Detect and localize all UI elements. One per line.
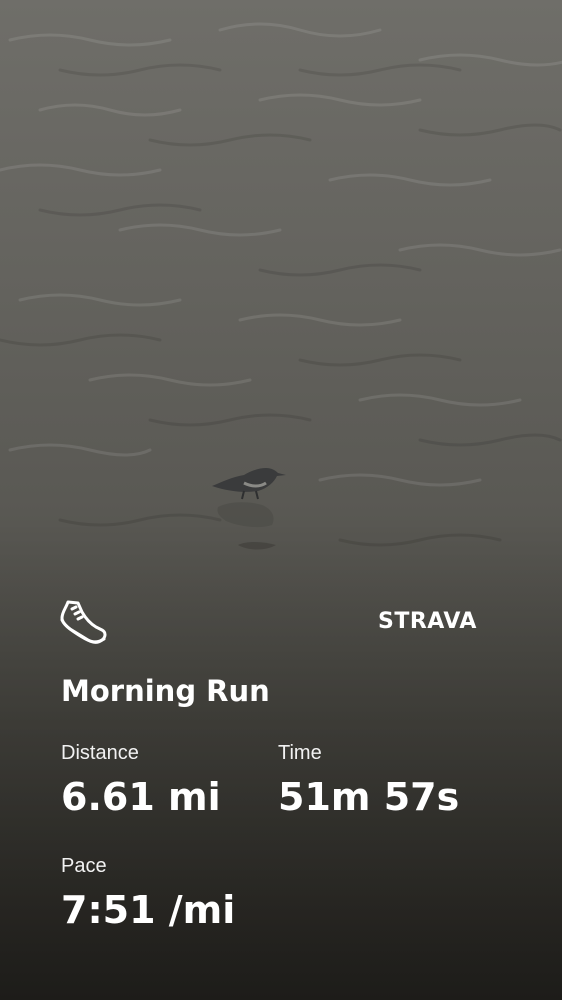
running-shoe-icon [60, 600, 107, 644]
activity-share-card: STRAVA Morning Run Distance 6.61 mi Time… [0, 0, 562, 1000]
pace-stat: Pace 7:51 /mi [61, 854, 235, 933]
pace-label: Pace [61, 855, 107, 877]
sandpiper-bird-image [212, 468, 286, 550]
pace-value: 7:51 /mi [61, 888, 236, 932]
time-label: Time [278, 742, 322, 764]
activity-title: Morning Run [61, 674, 270, 708]
distance-label: Distance [61, 742, 139, 764]
distance-stat: Distance 6.61 mi [61, 741, 221, 820]
strava-logo: STRAVA [378, 609, 477, 634]
time-value: 51m 57s [278, 775, 460, 819]
time-stat: Time 51m 57s [278, 741, 459, 820]
distance-value: 6.61 mi [61, 775, 221, 819]
